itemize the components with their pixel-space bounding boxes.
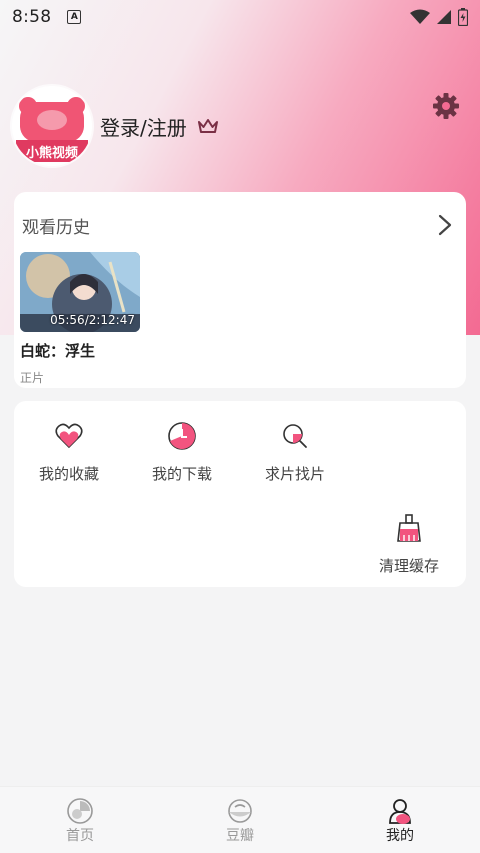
favorites-label: 我的收藏 bbox=[38, 465, 99, 483]
douban-icon bbox=[228, 799, 252, 823]
profile-icon bbox=[389, 799, 411, 824]
login-register-link[interactable]: 登录/注册 bbox=[100, 112, 187, 141]
wifi-icon bbox=[410, 9, 430, 24]
chevron-right-icon[interactable] bbox=[432, 212, 458, 238]
request-video-label: 求片找片 bbox=[264, 465, 325, 483]
history-title: 观看历史 bbox=[22, 217, 90, 238]
search-icon bbox=[283, 424, 307, 448]
history-header[interactable]: 观看历史 bbox=[14, 192, 466, 258]
notification-icon: A bbox=[67, 10, 82, 24]
video-thumbnail[interactable]: 05:56/2:12:47 bbox=[20, 252, 140, 332]
video-title: 白蛇：浮生 bbox=[20, 342, 96, 360]
clear-cache-button[interactable]: 清理缓存 bbox=[354, 513, 464, 576]
download-icon bbox=[168, 422, 196, 450]
home-icon bbox=[67, 798, 93, 824]
nav-douban[interactable]: 豆瓣 bbox=[160, 787, 320, 853]
status-icons bbox=[410, 8, 468, 26]
request-video-button[interactable]: 求片找片 bbox=[240, 421, 350, 484]
nav-profile[interactable]: 我的 bbox=[320, 787, 480, 853]
clear-cache-label: 清理缓存 bbox=[378, 557, 439, 575]
downloads-button[interactable]: 我的下载 bbox=[127, 421, 237, 484]
bottom-navigation: 首页 豆瓣 我的 bbox=[0, 786, 480, 853]
broom-icon bbox=[397, 514, 421, 542]
watch-progress-text: 05:56/2:12:47 bbox=[50, 313, 135, 327]
signal-icon bbox=[437, 10, 451, 24]
avatar-text: 小熊视频 bbox=[25, 146, 78, 161]
avatar[interactable]: 小熊视频 bbox=[12, 86, 92, 166]
status-bar: 8:58 A bbox=[0, 0, 480, 34]
nav-profile-label: 我的 bbox=[386, 828, 414, 844]
nav-home-label: 首页 bbox=[66, 828, 94, 844]
tools-card: 我的收藏 我的下载 求片找片 清理缓存 bbox=[14, 401, 466, 587]
nav-home[interactable]: 首页 bbox=[0, 787, 160, 853]
history-item[interactable]: 05:56/2:12:47 白蛇：浮生 正片 bbox=[20, 252, 142, 386]
settings-gear-icon[interactable] bbox=[432, 92, 460, 120]
downloads-label: 我的下载 bbox=[151, 465, 212, 483]
favorites-button[interactable]: 我的收藏 bbox=[14, 421, 124, 484]
heart-icon bbox=[55, 423, 83, 449]
nav-douban-label: 豆瓣 bbox=[226, 828, 254, 844]
battery-icon bbox=[458, 8, 468, 26]
status-time: 8:58 bbox=[12, 7, 52, 27]
crown-icon bbox=[197, 119, 218, 133]
watch-history-card: 观看历史 05:56/2:12:47 白蛇：浮生 正片 bbox=[14, 192, 466, 388]
video-subtitle: 正片 bbox=[20, 371, 45, 385]
profile-row[interactable]: 小熊视频 登录/注册 bbox=[12, 86, 219, 166]
